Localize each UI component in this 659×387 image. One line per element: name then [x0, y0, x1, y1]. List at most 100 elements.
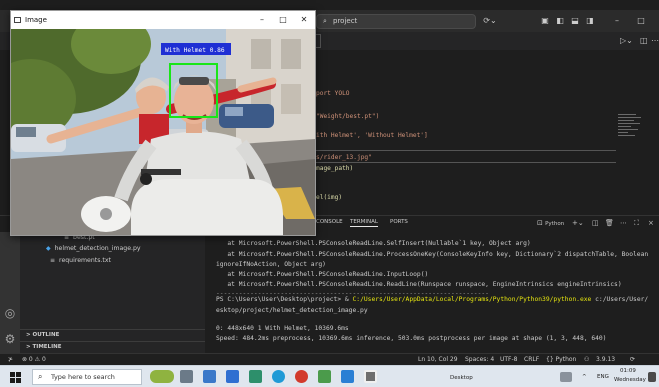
keyboard-icon[interactable]: [560, 372, 572, 382]
run-icon[interactable]: ▷⌄: [620, 34, 633, 48]
screen: ⌕ project ⟳⌄ ▣ ◧ ⬓ ◨ – □ ▷⌄ ◫ ⋯ port YOLO…: [0, 0, 659, 387]
command-center-search[interactable]: ⌕ project: [316, 14, 476, 29]
account-icon[interactable]: ◎: [3, 306, 17, 320]
maximize-icon[interactable]: □: [634, 14, 648, 28]
timeline-section[interactable]: > TIMELINE: [20, 341, 205, 352]
toggle-panel-icon[interactable]: ⬓: [570, 14, 580, 28]
line-highlight: [316, 162, 616, 163]
gear-icon[interactable]: ⚙: [3, 332, 17, 346]
minimize-icon[interactable]: –: [610, 14, 624, 28]
more-icon[interactable]: ⋯: [620, 217, 627, 229]
image-window[interactable]: Image – □ ✕ With Helmet 0.86: [10, 10, 316, 236]
encoding[interactable]: UTF-8: [500, 354, 518, 365]
minimize-icon[interactable]: –: [252, 11, 272, 29]
tab-console[interactable]: CONSOLE: [316, 219, 343, 225]
search-text: project: [333, 17, 358, 25]
terminal-profile[interactable]: ⊡ Python: [537, 217, 564, 230]
problems-indicator[interactable]: ⊗ 0 ⚠ 0: [22, 354, 46, 365]
explorer-sidebar: ≡ best.pt ◆ helmet_detection_image.py ≡ req…: [20, 232, 205, 353]
layout-icon[interactable]: ▣: [540, 14, 550, 28]
terminal-line: Speed: 484.2ms preprocess, 10369.6ms inf…: [216, 335, 607, 342]
desktop-label[interactable]: Desktop: [450, 375, 473, 381]
terminal-line: at Microsoft.PowerShell.PSConsoleReadLin…: [216, 271, 429, 278]
python-version[interactable]: 3.9.13: [596, 354, 615, 365]
close-icon[interactable]: ✕: [294, 11, 314, 29]
windows-start-icon[interactable]: [10, 372, 21, 383]
python-file-icon: ◆: [46, 245, 51, 252]
remote-icon[interactable]: ⊁: [8, 354, 13, 365]
code-line: port YOLO: [316, 90, 350, 97]
minimap[interactable]: [618, 112, 644, 150]
editor-tab-edge: [316, 34, 321, 48]
code-line: "Weight/best.pt"): [316, 113, 380, 120]
task-view-icon[interactable]: [180, 370, 193, 383]
section-label: TIMELINE: [32, 344, 62, 350]
store-icon[interactable]: [249, 370, 262, 383]
photo-scene: With Helmet 0.86: [11, 29, 315, 235]
search-icon: ⌕: [38, 372, 43, 381]
file-label: requirements.txt: [59, 257, 111, 264]
detection-photo: With Helmet 0.86: [11, 29, 315, 235]
status-bar: ⊁ ⊗ 0 ⚠ 0 Ln 10, Col 29 Spaces: 4 UTF-8 …: [0, 353, 659, 365]
activity-bar: ◎ ⚙: [0, 232, 20, 353]
maximize-panel-icon[interactable]: ⛶: [634, 217, 639, 229]
image-window-title-bar[interactable]: Image – □ ✕: [11, 11, 315, 29]
notification-icon[interactable]: [648, 372, 656, 382]
outline-section[interactable]: > OUTLINE: [20, 329, 205, 340]
detection-label: With Helmet 0.86: [165, 47, 225, 54]
maximize-icon[interactable]: □: [273, 11, 293, 29]
terminal-line: at Microsoft.PowerShell.PSConsoleReadLin…: [216, 240, 531, 247]
chrome-icon[interactable]: [295, 370, 308, 383]
code-line: el(img): [316, 194, 343, 201]
toggle-sidebar-icon[interactable]: ◧: [555, 14, 565, 28]
tab-terminal[interactable]: TERMINAL: [350, 219, 378, 227]
terminal-line: 0: 448x640 1 With Helmet, 10369.6ms: [216, 325, 349, 332]
file-icon: ≡: [50, 257, 56, 264]
split-editor-icon[interactable]: ◫: [640, 34, 648, 48]
more-actions-icon[interactable]: ⋯: [651, 34, 659, 48]
search-placeholder: Type here to search: [51, 373, 115, 381]
file-item-requirements[interactable]: ≡ requirements.txt: [50, 257, 111, 264]
terminal-line: ignoreIfNoAction, Object arg): [216, 261, 326, 268]
terminal-line: PS C:\Users\User\Desktop\project> & C:/U…: [216, 296, 649, 303]
terminal-line: esktop/project/helmet_detection_image.py: [216, 307, 368, 314]
copilot-icon[interactable]: ⟳⌄: [480, 14, 500, 28]
app-icon[interactable]: [318, 370, 331, 383]
windows-taskbar: ⌕ Type here to search Desktop ^ ENG 01:0…: [0, 365, 659, 387]
language-mode[interactable]: {} Python: [546, 354, 576, 365]
clock-day[interactable]: Wednesday: [614, 377, 646, 383]
code-line: mage_path): [316, 165, 354, 172]
tray-chevron-icon[interactable]: ^: [582, 374, 587, 380]
tab-ports[interactable]: PORTS: [390, 219, 408, 225]
copilot-status-icon[interactable]: ⟳: [630, 354, 635, 365]
clock-time[interactable]: 01:09: [620, 368, 636, 374]
line-highlight: [316, 150, 616, 151]
search-icon: ⌕: [323, 17, 327, 25]
close-panel-icon[interactable]: ×: [648, 217, 654, 229]
code-line: s/rider_13.jpg": [316, 154, 372, 161]
taskbar-search[interactable]: ⌕ Type here to search: [32, 369, 142, 385]
file-explorer-icon[interactable]: [203, 370, 216, 383]
section-label: OUTLINE: [32, 332, 60, 338]
trash-icon[interactable]: 🗑: [605, 217, 614, 229]
new-terminal-icon[interactable]: +⌄: [572, 217, 584, 229]
edge-icon[interactable]: [272, 370, 285, 383]
cursor-position[interactable]: Ln 10, Col 29: [418, 354, 458, 365]
file-item-helmet-detection[interactable]: ◆ helmet_detection_image.py: [46, 245, 141, 252]
code-line: ith Helmet', 'Without Helmet']: [316, 132, 428, 139]
terminal-icon: ⊡: [537, 219, 543, 227]
widgets-icon[interactable]: [150, 370, 174, 383]
toggle-secondary-sidebar-icon[interactable]: ◨: [585, 14, 595, 28]
split-terminal-icon[interactable]: ◫: [592, 217, 599, 229]
vscode-taskbar-icon[interactable]: [341, 370, 354, 383]
image-window-title: Image: [25, 16, 47, 24]
terminal-line: at Microsoft.PowerShell.PSConsoleReadLin…: [216, 281, 622, 288]
indentation[interactable]: Spaces: 4: [465, 354, 494, 365]
terminal-line: at Microsoft.PowerShell.PSConsoleReadLin…: [216, 251, 649, 258]
python-taskbar-icon[interactable]: [364, 370, 377, 383]
python-version-icon[interactable]: ⚇: [584, 354, 589, 365]
mail-icon[interactable]: [226, 370, 239, 383]
line-ending[interactable]: CRLF: [524, 354, 539, 365]
language-indicator[interactable]: ENG: [597, 374, 609, 380]
terminal-profile-label: Python: [545, 221, 565, 227]
